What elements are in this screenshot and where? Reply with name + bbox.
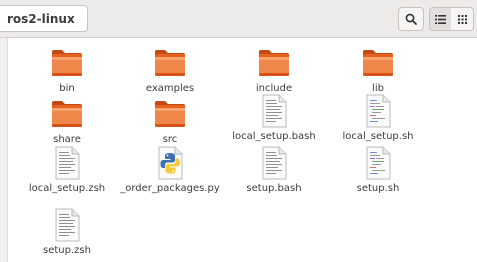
file-name-label: bin [59, 83, 75, 94]
file-item-local-setup-bash[interactable]: local_setup.bash [224, 94, 324, 143]
file-item-bin[interactable]: bin [17, 46, 117, 95]
file-name-label: setup.bash [246, 183, 302, 194]
folder-icon [50, 99, 84, 129]
file-item-setup-bash[interactable]: setup.bash [224, 146, 324, 195]
current-folder-name: ros2-linux [7, 11, 75, 26]
text-file-icon [260, 94, 288, 128]
file-item-src[interactable]: src [120, 97, 220, 146]
search-icon [405, 13, 417, 25]
text-file-icon [53, 146, 81, 180]
file-name-label: src [162, 134, 178, 145]
path-bar-button[interactable]: ros2-linux [0, 5, 88, 32]
file-item-share[interactable]: share [17, 97, 117, 146]
file-name-label: local_setup.sh [342, 131, 414, 142]
file-item-examples[interactable]: examples [120, 46, 220, 95]
list-view-button[interactable] [429, 7, 452, 31]
file-item-setup-sh[interactable]: setup.sh [328, 146, 428, 195]
script-file-icon [364, 94, 392, 128]
list-view-icon [435, 14, 446, 24]
file-item-local-setup-zsh[interactable]: local_setup.zsh [17, 146, 117, 195]
text-file-icon [260, 146, 288, 180]
file-item-setup-zsh[interactable]: setup.zsh [17, 208, 117, 257]
folder-icon [361, 48, 395, 78]
file-item-order-packages-py[interactable]: _order_packages.py [120, 146, 220, 195]
file-item-local-setup-sh[interactable]: local_setup.sh [328, 94, 428, 143]
folder-icon [257, 48, 291, 78]
file-name-label: share [53, 134, 81, 145]
file-item-lib[interactable]: lib [328, 46, 428, 95]
file-item-include[interactable]: include [224, 46, 324, 95]
file-name-label: local_setup.bash [232, 131, 316, 142]
file-name-label: local_setup.zsh [28, 183, 106, 194]
folder-icon [153, 48, 187, 78]
search-button[interactable] [398, 7, 424, 31]
file-name-label: examples [145, 83, 195, 94]
header-bar: ros2-linux [0, 0, 477, 38]
file-name-label: _order_packages.py [120, 183, 220, 194]
file-name-label: setup.sh [356, 183, 400, 194]
grid-view-button[interactable] [451, 7, 474, 31]
python-file-icon [156, 146, 184, 180]
grid-view-icon [457, 14, 467, 24]
file-manager-window: ros2-linux bin examples include lib shar… [0, 0, 477, 262]
folder-icon [50, 48, 84, 78]
text-file-icon [53, 208, 81, 242]
file-grid: bin examples include lib share src local… [0, 38, 477, 262]
folder-icon [153, 99, 187, 129]
script-file-icon [364, 146, 392, 180]
file-name-label: setup.zsh [43, 245, 91, 256]
